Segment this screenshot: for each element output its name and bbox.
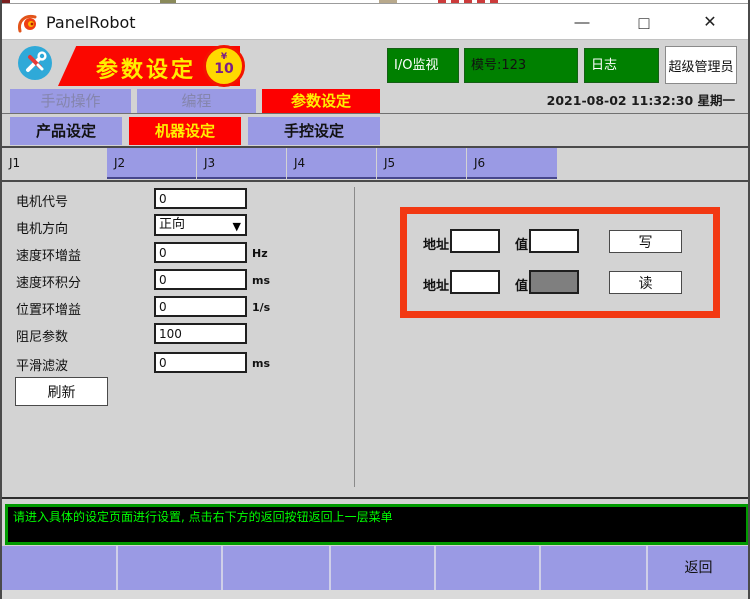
tab-manual-control-setting[interactable]: 手控设定	[248, 117, 380, 145]
tab-joint-j5[interactable]: J5	[377, 148, 466, 179]
close-button[interactable]: ✕	[693, 10, 727, 36]
tab-product-setting[interactable]: 产品设定	[10, 117, 122, 145]
window-title: PanelRobot	[46, 13, 136, 32]
unit-label-1s: 1/s	[252, 301, 270, 314]
window-bottom-edge	[2, 590, 748, 599]
register-panel	[400, 207, 720, 318]
function-bar-divider	[646, 546, 648, 590]
minimize-button[interactable]: —	[565, 10, 599, 36]
speed-integral-input[interactable]	[154, 269, 247, 290]
field-label-motor-code: 电机代号	[16, 191, 68, 210]
app-logo-icon	[16, 12, 40, 36]
function-bar-divider	[221, 546, 223, 590]
tab-joint-j2[interactable]: J2	[107, 148, 196, 179]
io-monitor-button[interactable]: I/O监视	[387, 48, 459, 83]
function-bar-divider	[539, 546, 541, 590]
dropdown-arrow-icon: ▼	[233, 218, 241, 236]
filter-input[interactable]	[154, 352, 247, 373]
log-button[interactable]: 日志	[584, 48, 659, 83]
tab-machine-setting[interactable]: 机器设定	[129, 117, 241, 145]
position-gain-input[interactable]	[154, 296, 247, 317]
unit-label-ms2: ms	[252, 357, 270, 370]
unit-label-ms: ms	[252, 274, 270, 287]
read-button[interactable]: 读	[609, 271, 682, 294]
function-key-bar[interactable]	[2, 546, 748, 590]
divider	[2, 497, 748, 499]
coin-badge: ¥ 10	[203, 45, 245, 87]
field-label-speed-gain: 速度环增益	[16, 245, 81, 264]
maximize-button[interactable]: □	[627, 10, 661, 36]
model-number-button[interactable]: 模号:123	[464, 48, 578, 83]
write-value-label: 值	[515, 234, 528, 253]
tab-joint-j1[interactable]: J1	[2, 148, 102, 179]
write-value-input[interactable]	[529, 229, 579, 253]
panel-divider	[354, 187, 355, 487]
datetime-display: 2021-08-02 11:32:30 星期一	[547, 90, 735, 109]
tools-icon	[18, 46, 52, 80]
tab-programming[interactable]: 编程	[137, 89, 256, 113]
tab-parameter-setting[interactable]: 参数设定	[262, 89, 380, 113]
motor-direction-select[interactable]: 正向 ▼	[154, 214, 247, 236]
read-value-display	[529, 270, 579, 294]
read-address-input[interactable]	[450, 270, 500, 294]
tab-joint-j3[interactable]: J3	[197, 148, 286, 179]
admin-level-button[interactable]: 超级管理员	[665, 46, 737, 84]
tab-manual-operation[interactable]: 手动操作	[10, 89, 131, 113]
divider	[2, 180, 748, 182]
write-button[interactable]: 写	[609, 230, 682, 253]
write-address-input[interactable]	[450, 229, 500, 253]
speed-gain-input[interactable]	[154, 242, 247, 263]
unit-label-hz: Hz	[252, 247, 268, 260]
write-address-label: 地址	[423, 234, 449, 253]
coin-value: 10	[206, 62, 242, 77]
app-window: PanelRobot — □ ✕ 参数设定 ¥ 10 I/O监视 模号:123 …	[0, 0, 750, 599]
refresh-button[interactable]: 刷新	[15, 377, 108, 406]
tab-joint-j4[interactable]: J4	[287, 148, 376, 179]
read-value-label: 值	[515, 275, 528, 294]
read-address-label: 地址	[423, 275, 449, 294]
damping-input[interactable]	[154, 323, 247, 344]
field-label-position-gain: 位置环增益	[16, 299, 81, 318]
field-label-speed-integral: 速度环积分	[16, 272, 81, 291]
status-message: 请进入具体的设定页面进行设置, 点击右下方的返回按钮返回上一层菜单	[5, 504, 749, 545]
motor-direction-value: 正向	[159, 217, 185, 232]
tab-joint-j6[interactable]: J6	[467, 148, 557, 179]
screen-title: 参数设定	[76, 52, 216, 84]
return-button[interactable]: 返回	[649, 546, 748, 590]
field-label-damping: 阻尼参数	[16, 326, 68, 345]
motor-code-input[interactable]	[154, 188, 247, 209]
function-bar-divider	[329, 546, 331, 590]
function-bar-divider	[116, 546, 118, 590]
field-label-motor-direction: 电机方向	[16, 218, 68, 237]
field-label-smooth-filter: 平滑滤波	[16, 355, 68, 374]
title-bar: PanelRobot — □ ✕	[2, 3, 748, 40]
divider	[2, 113, 748, 114]
function-bar-divider	[434, 546, 436, 590]
